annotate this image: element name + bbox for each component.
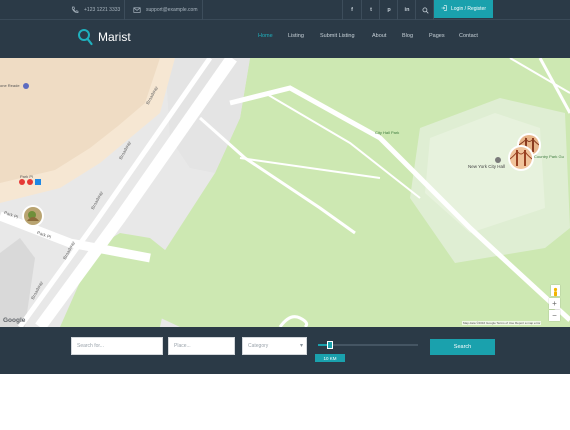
divider: [124, 0, 125, 20]
search-icon[interactable]: [416, 0, 434, 20]
map-label-city-hall-park: City Hall Park: [375, 130, 400, 135]
zoom-in-button[interactable]: +: [549, 298, 560, 309]
email-text: support@example.com: [146, 7, 198, 13]
street-view-icon[interactable]: [551, 285, 560, 297]
bridge-photo: [509, 147, 533, 169]
top-bar: +123 1221 3333 support@example.com f t p…: [0, 0, 570, 20]
nav-home[interactable]: Home: [258, 33, 273, 39]
login-label: Login / Register: [450, 6, 487, 12]
phone-text: +123 1221 3333: [84, 7, 121, 13]
linkedin-icon[interactable]: in: [398, 0, 416, 20]
login-register-button[interactable]: Login / Register: [434, 0, 493, 18]
nav-submit-listing[interactable]: Submit Listing: [320, 33, 355, 39]
nav-about[interactable]: About: [372, 33, 386, 39]
facebook-icon[interactable]: f: [343, 0, 361, 20]
login-icon: [441, 5, 447, 13]
listing-search-bar: Search for... Place... Category ▾ 10 KM …: [0, 327, 570, 374]
phone-contact: +123 1221 3333: [71, 0, 120, 20]
map-canvas: [0, 58, 570, 327]
radius-slider-track[interactable]: [318, 344, 418, 346]
pinterest-icon[interactable]: p: [380, 0, 398, 20]
nav-contact[interactable]: Contact: [459, 33, 478, 39]
main-header: Marist Home Listing Submit Listing About…: [0, 20, 570, 58]
category-select[interactable]: Category ▾: [242, 337, 307, 355]
logo-search-icon: [78, 29, 93, 46]
search-input[interactable]: Search for...: [71, 337, 163, 355]
brand-name[interactable]: Marist: [98, 30, 131, 44]
google-logo: Google: [3, 317, 26, 324]
zoom-out-button[interactable]: −: [549, 310, 560, 321]
radius-slider-handle[interactable]: [327, 341, 333, 349]
map-label-station: Park Pl: [20, 174, 33, 179]
nav-blog[interactable]: Blog: [402, 33, 413, 39]
mail-icon: [133, 6, 141, 14]
zoom-controls: + −: [549, 298, 562, 327]
map-attribution[interactable]: Map data ©2016 Google Terms of Use Repor…: [462, 321, 542, 325]
listing-marker[interactable]: [22, 205, 44, 227]
map-label-poi: one Reade: [0, 83, 20, 88]
twitter-icon[interactable]: t: [362, 0, 380, 20]
nav-listing[interactable]: Listing: [288, 33, 304, 39]
nav-pages[interactable]: Pages: [429, 33, 445, 39]
divider: [202, 0, 203, 20]
chevron-down-icon: ▾: [299, 343, 303, 349]
category-label: Category: [248, 343, 269, 349]
listing-photo: [24, 207, 42, 225]
map-view[interactable]: one Reade Broadway Broadway Broadway Bro…: [0, 58, 570, 327]
email-contact: support@example.com: [133, 0, 198, 20]
place-input[interactable]: Place...: [168, 337, 235, 355]
listing-marker[interactable]: [508, 145, 534, 171]
map-label-nyc-hall: New York City Hall: [468, 164, 506, 169]
search-button[interactable]: Search: [430, 339, 495, 355]
phone-icon: [71, 6, 79, 14]
radius-value: 10 KM: [315, 354, 345, 362]
